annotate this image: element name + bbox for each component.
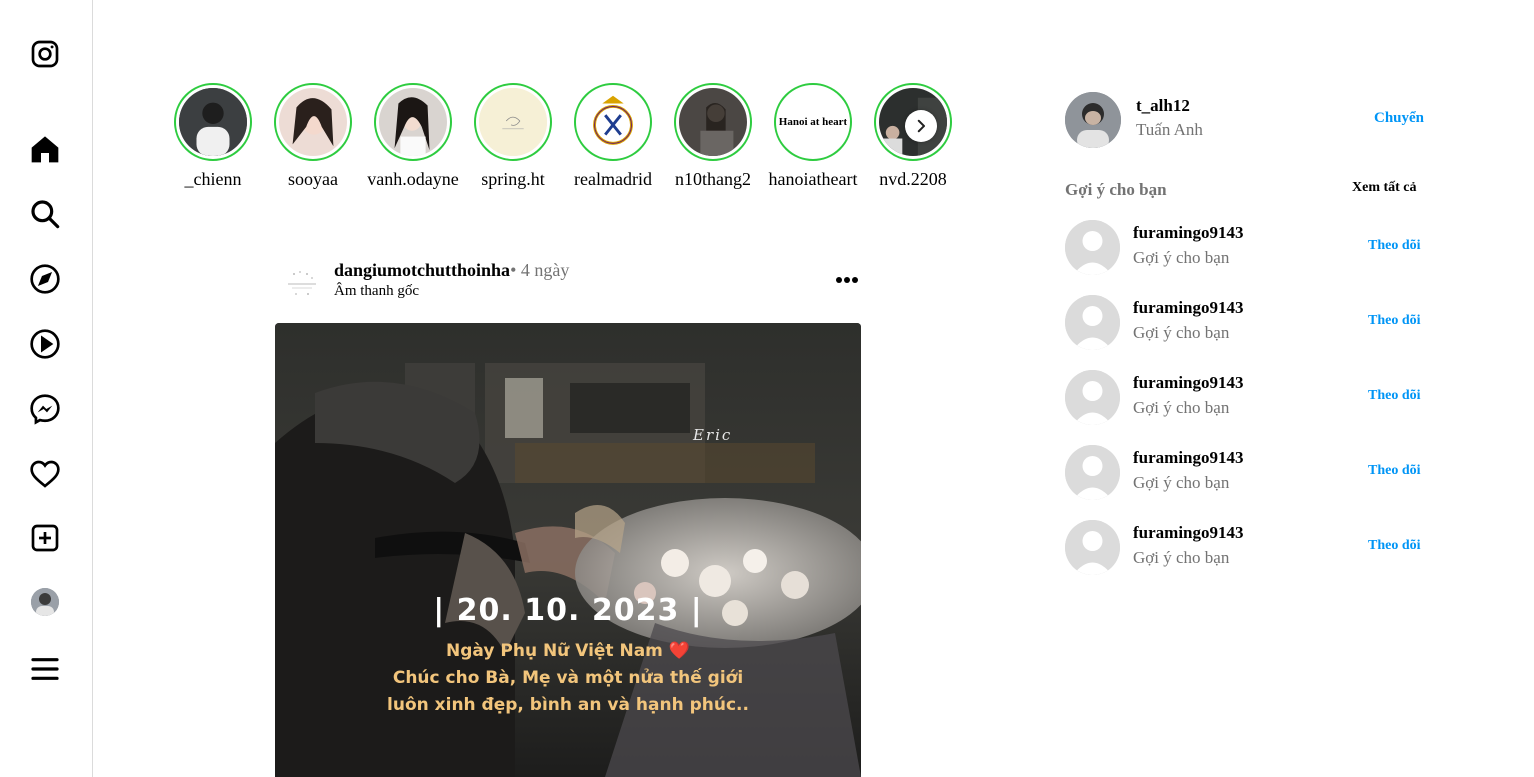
story-ring [574,83,652,161]
suggestion-item: furamingo9143 Gợi ý cho bạn Theo dõi [1065,445,1425,501]
messenger-icon[interactable] [28,392,62,426]
follow-button[interactable]: Theo dõi [1368,538,1421,554]
story-ring [474,83,552,161]
story-username: spring.ht [481,169,545,189]
suggestion-subtitle: Gợi ý cho bạn [1133,323,1230,342]
left-sidebar [0,0,93,777]
stories-tray: _chienn sooyaa vanh.odayne spring.ht rea… [174,83,964,203]
suggestion-username[interactable]: furamingo9143 [1133,523,1244,543]
story-username: nvd.2208 [879,169,947,189]
story-avatar [579,88,647,156]
suggestions-title: Gợi ý cho bạn [1065,180,1167,199]
story-item[interactable]: Hanoi at heart hanoiatheart [769,83,874,190]
search-icon[interactable] [28,197,62,231]
reels-play-icon[interactable] [28,327,62,361]
current-user-fullname: Tuấn Anh [1136,120,1203,139]
video-caption-date: | 20. 10. 2023 | [433,593,703,628]
video-caption-line-2: Chúc cho Bà, Mẹ và một nửa thế giới [392,668,744,688]
stories-next-button[interactable] [905,110,937,142]
suggestion-subtitle: Gợi ý cho bạn [1133,548,1230,567]
suggestion-subtitle: Gợi ý cho bạn [1133,248,1230,267]
story-ring [174,83,252,161]
story-avatar: Hanoi at heart [779,88,847,156]
default-avatar-icon[interactable] [1065,220,1120,275]
video-caption-line-1: Ngày Phụ Nữ Việt Nam ❤️ [446,641,690,661]
suggestion-item: furamingo9143 Gợi ý cho bạn Theo dõi [1065,520,1425,576]
post-video[interactable]: Eric | 20. 10. 2023 | Ngày Phụ Nữ Việt N… [275,323,861,777]
story-avatar [279,88,347,156]
switch-account-button[interactable]: Chuyển [1374,110,1424,127]
story-item[interactable]: spring.ht [474,83,574,190]
more-dots-icon [836,277,858,283]
suggestion-username[interactable]: furamingo9143 [1133,448,1244,468]
follow-button[interactable]: Theo dõi [1368,313,1421,329]
story-username: hanoiatheart [768,169,858,189]
video-caption-line-3: luôn xinh đẹp, bình an và hạnh phúc.. [387,695,749,715]
default-avatar-icon[interactable] [1065,445,1120,500]
see-all-suggestions-link[interactable]: Xem tất cả [1352,180,1417,196]
story-username: sooyaa [288,169,338,189]
default-avatar-icon[interactable] [1065,295,1120,350]
home-icon[interactable] [28,132,62,166]
post-audio-link[interactable]: Âm thanh gốc [334,283,419,300]
story-username: vanh.odayne [367,169,459,189]
suggestion-subtitle: Gợi ý cho bạn [1133,398,1230,417]
post-header: dangiumotchutthoinha• 4 ngày Âm thanh gố… [280,258,870,308]
story-username: _chienn [184,169,242,189]
post-timestamp: • 4 ngày [510,260,570,280]
create-plus-icon[interactable] [28,521,62,555]
story-ring: Hanoi at heart [774,83,852,161]
story-item[interactable]: realmadrid [574,83,674,190]
current-user-card: t_alh12 Tuấn Anh Chuyển [1065,92,1425,148]
story-ring [674,83,752,161]
default-avatar-icon[interactable] [1065,370,1120,425]
story-avatar [379,88,447,156]
video-signature: Eric [693,426,733,444]
story-item[interactable]: _chienn [174,83,274,190]
suggestion-subtitle: Gợi ý cho bạn [1133,473,1230,492]
story-avatar [479,88,547,156]
suggestion-username[interactable]: furamingo9143 [1133,373,1244,393]
post-author-avatar[interactable] [280,260,324,304]
suggestion-username[interactable]: furamingo9143 [1133,298,1244,318]
menu-hamburger-icon[interactable] [28,652,62,686]
chevron-right-icon [917,119,925,133]
story-username: n10thang2 [675,169,751,189]
story-item[interactable]: vanh.odayne [367,83,474,190]
heart-notifications-icon[interactable] [28,457,62,491]
follow-button[interactable]: Theo dõi [1368,463,1421,479]
current-user-username[interactable]: t_alh12 [1136,96,1190,116]
profile-avatar[interactable] [31,588,59,616]
story-item[interactable]: sooyaa [274,83,374,190]
more-options-button[interactable] [833,270,863,290]
follow-button[interactable]: Theo dõi [1368,238,1421,254]
story-avatar [179,88,247,156]
story-ring [374,83,452,161]
suggestion-username[interactable]: furamingo9143 [1133,223,1244,243]
story-ring [274,83,352,161]
post-author-line: dangiumotchutthoinha• 4 ngày [334,260,569,281]
default-avatar-icon[interactable] [1065,520,1120,575]
post-author-username[interactable]: dangiumotchutthoinha [334,260,510,280]
suggestion-item: furamingo9143 Gợi ý cho bạn Theo dõi [1065,220,1425,276]
suggestion-item: furamingo9143 Gợi ý cho bạn Theo dõi [1065,370,1425,426]
current-user-avatar[interactable] [1065,92,1121,148]
follow-button[interactable]: Theo dõi [1368,388,1421,404]
explore-compass-icon[interactable] [28,262,62,296]
instagram-logo-icon[interactable] [28,37,62,71]
story-item[interactable]: n10thang2 [674,83,774,190]
story-username: realmadrid [574,169,652,189]
story-avatar-text: Hanoi at heart [779,116,847,128]
suggestion-item: furamingo9143 Gợi ý cho bạn Theo dõi [1065,295,1425,351]
story-avatar [679,88,747,156]
